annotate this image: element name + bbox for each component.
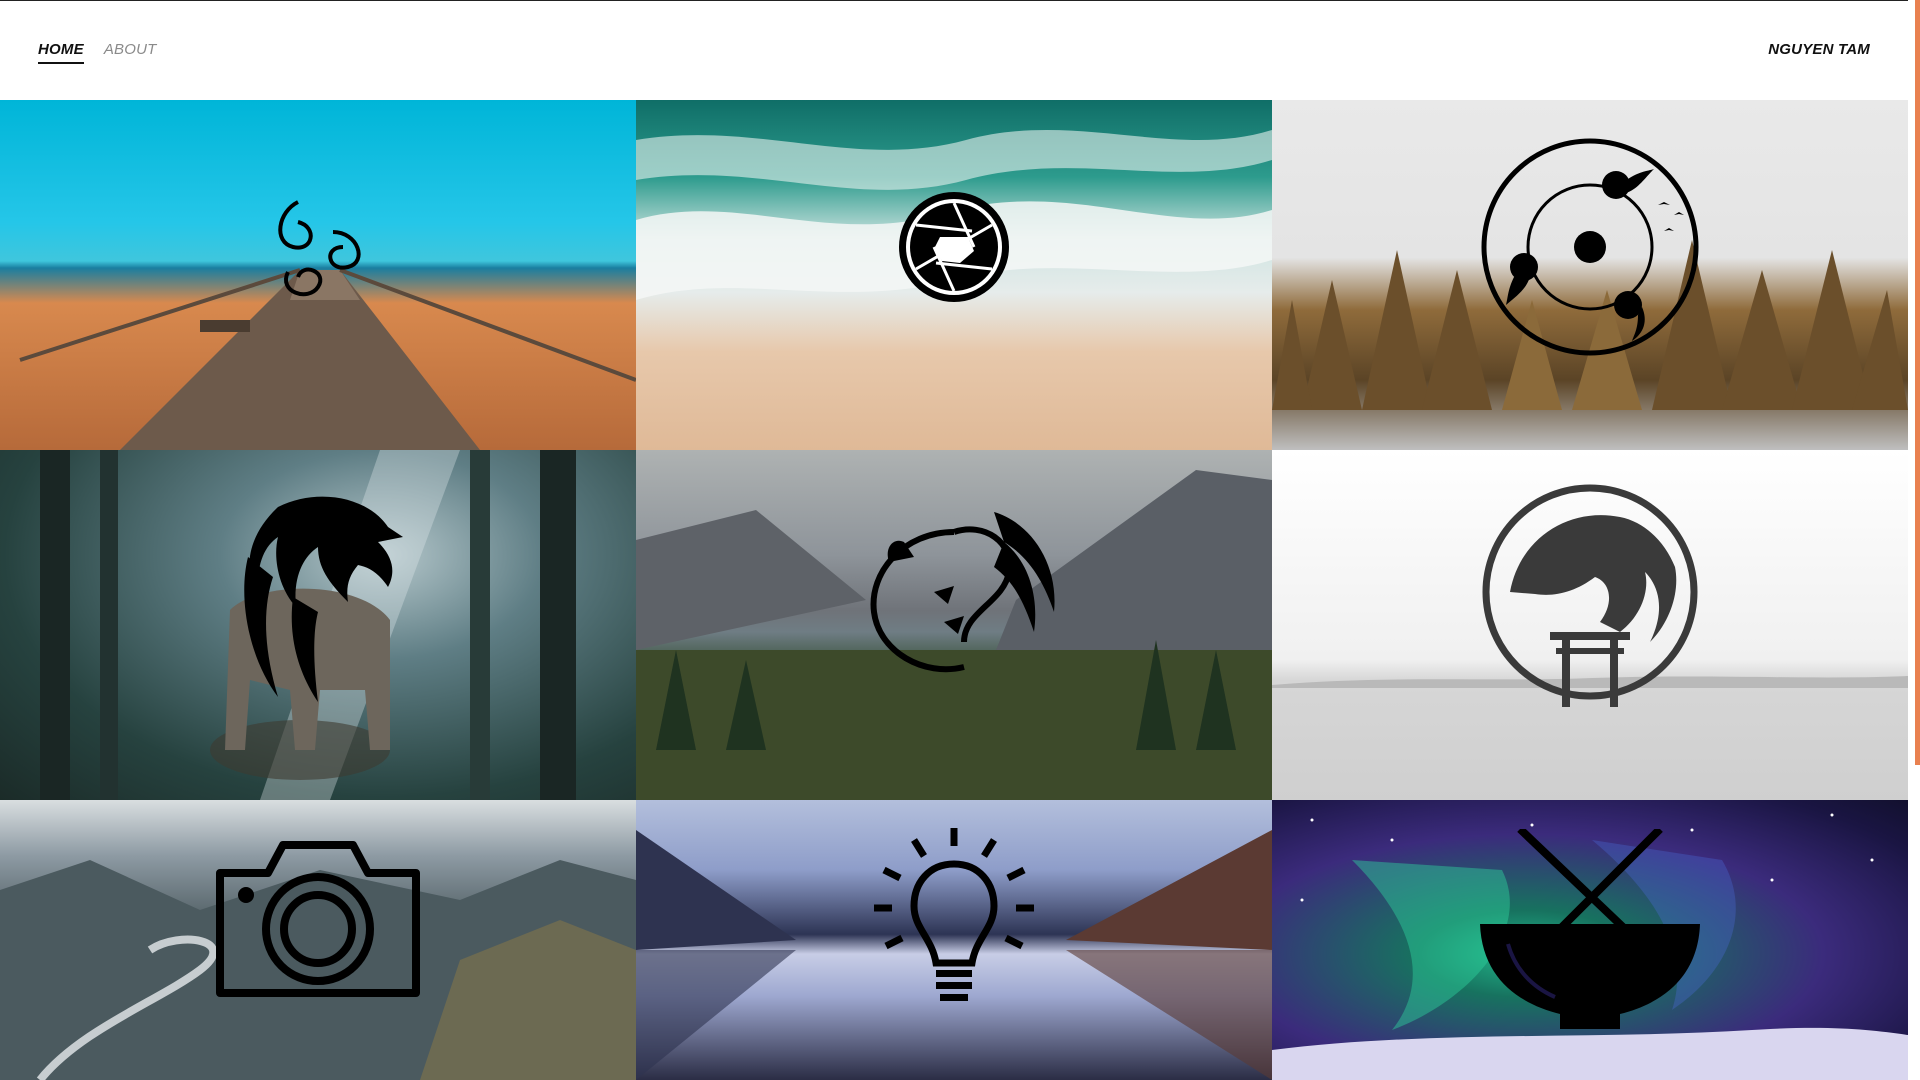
gallery-tile[interactable] bbox=[0, 450, 636, 800]
sharingan-icon bbox=[1481, 138, 1699, 356]
gallery-tile[interactable] bbox=[1272, 800, 1908, 1080]
scrollbar-thumb[interactable] bbox=[1915, 0, 1920, 765]
gallery-tile[interactable] bbox=[1272, 100, 1908, 450]
camera-shutter-icon bbox=[899, 192, 1009, 302]
gallery-tile[interactable] bbox=[0, 100, 636, 450]
scrollbar[interactable] bbox=[1908, 0, 1920, 1080]
site-brand[interactable]: NGUYEN TAM bbox=[1768, 41, 1870, 58]
dragon-torii-icon bbox=[1482, 484, 1698, 707]
gallery-grid bbox=[0, 100, 1908, 1080]
gallery-tile[interactable] bbox=[0, 800, 636, 1080]
gallery-tile[interactable] bbox=[636, 450, 1272, 800]
noodle-bowl-icon bbox=[1480, 829, 1700, 1030]
site-header: HOME ABOUT NGUYEN TAM bbox=[0, 1, 1908, 100]
nav-home-link[interactable]: HOME bbox=[38, 41, 84, 64]
gallery-tile[interactable] bbox=[636, 800, 1272, 1080]
dragon-icon bbox=[870, 512, 1055, 673]
triple-swirl-icon bbox=[278, 200, 361, 297]
light-bulb-icon bbox=[874, 827, 1034, 1001]
main-nav: HOME ABOUT bbox=[38, 41, 157, 64]
gallery-tile[interactable] bbox=[1272, 450, 1908, 800]
camera-icon bbox=[216, 840, 420, 997]
nav-about-link[interactable]: ABOUT bbox=[104, 41, 157, 64]
eagle-head-icon bbox=[244, 496, 403, 702]
gallery-tile[interactable] bbox=[636, 100, 1272, 450]
